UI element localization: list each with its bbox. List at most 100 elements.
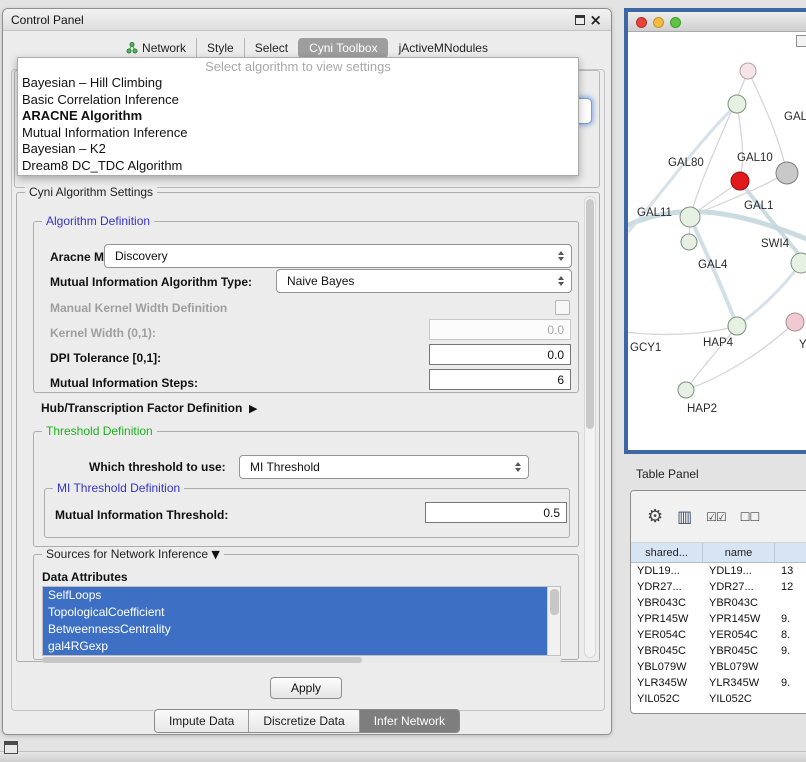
attribute-item[interactable]: SelfLoops — [43, 587, 547, 604]
select-all-checkboxes-icon[interactable]: ☑☑ — [706, 511, 726, 523]
attribute-item[interactable]: gal4RGexp — [43, 638, 547, 655]
cell-shared[interactable]: YDR27... — [631, 579, 703, 595]
network-node[interactable] — [680, 207, 700, 227]
algorithm-option-selected[interactable]: ARACNE Algorithm — [18, 108, 578, 125]
cell-extra[interactable]: 13 — [775, 563, 806, 579]
table-row[interactable]: YBR045C YBR045C 9. — [631, 643, 806, 659]
sources-group-title[interactable]: Sources for Network Inference ▼ — [42, 547, 224, 561]
cell-extra[interactable] — [775, 691, 806, 707]
cell-name[interactable]: YBR043C — [703, 595, 775, 611]
tab-cyni-toolbox[interactable]: Cyni Toolbox — [298, 38, 387, 58]
network-node[interactable] — [740, 63, 756, 79]
float-window-icon[interactable] — [575, 15, 585, 25]
tab-infer-network[interactable]: Infer Network — [359, 710, 459, 732]
tab-jactivemnodules[interactable]: jActiveMNodules — [388, 38, 498, 58]
network-window-titlebar[interactable] — [628, 12, 806, 32]
mi-steps-input[interactable]: 6 — [429, 369, 571, 390]
cell-extra[interactable]: 9. — [775, 643, 806, 659]
scrollbar-thumb[interactable] — [42, 657, 362, 663]
tab-style[interactable]: Style — [196, 38, 244, 58]
cell-extra[interactable]: 12 — [775, 579, 806, 595]
algorithm-option[interactable]: Bayesian – K2 — [18, 141, 578, 158]
deselect-all-checkboxes-icon[interactable]: ☐☐ — [740, 511, 760, 523]
network-node[interactable] — [728, 317, 746, 335]
column-header-extra[interactable] — [775, 543, 806, 562]
cell-extra[interactable]: 9. — [775, 611, 806, 627]
table-row[interactable]: YLR345W YLR345W 9. — [631, 675, 806, 691]
cell-extra[interactable]: 9. — [775, 675, 806, 691]
network-node[interactable] — [791, 253, 806, 273]
mi-type-select[interactable]: Naive Bayes — [276, 269, 572, 293]
mi-threshold-input[interactable]: 0.5 — [425, 502, 567, 523]
table-row[interactable]: YBL079W YBL079W — [631, 659, 806, 675]
algorithm-option[interactable]: Dream8 DC_TDC Algorithm — [18, 158, 578, 175]
tab-select[interactable]: Select — [244, 38, 298, 58]
network-node[interactable] — [728, 95, 746, 113]
cell-extra[interactable] — [775, 595, 806, 611]
attribute-item[interactable]: TopologicalCoefficient — [43, 604, 547, 621]
cell-name[interactable]: YDR27... — [703, 579, 775, 595]
settings-vertical-scrollbar[interactable] — [584, 196, 596, 658]
cell-shared[interactable]: YER054C — [631, 627, 703, 643]
table-row[interactable]: YPR145W YPR145W 9. — [631, 611, 806, 627]
zoom-traffic-light[interactable] — [670, 17, 681, 28]
control-panel-titlebar[interactable]: Control Panel × — [3, 9, 611, 31]
table-row[interactable]: YIL052C YIL052C — [631, 691, 806, 707]
birdseye-toggle[interactable] — [796, 35, 806, 47]
column-header-name[interactable]: name — [703, 543, 775, 562]
cell-name[interactable]: YDL19... — [703, 563, 775, 579]
tab-impute-data[interactable]: Impute Data — [155, 710, 248, 732]
table-row[interactable]: YBR043C YBR043C — [631, 595, 806, 611]
list-horizontal-scrollbar[interactable] — [42, 657, 561, 663]
list-vertical-scrollbar[interactable] — [547, 587, 560, 655]
cell-shared[interactable]: YLR345W — [631, 675, 703, 691]
data-attributes-list[interactable]: SelfLoops TopologicalCoefficient Between… — [42, 586, 561, 656]
cell-name[interactable]: YLR345W — [703, 675, 775, 691]
attribute-item[interactable]: BetweennessCentrality — [43, 621, 547, 638]
cell-name[interactable]: YPR145W — [703, 611, 775, 627]
algorithm-option[interactable]: Mutual Information Inference — [18, 125, 578, 142]
minimize-traffic-light[interactable] — [653, 17, 664, 28]
cell-name[interactable]: YIL052C — [703, 691, 775, 707]
cell-shared[interactable]: YBL079W — [631, 659, 703, 675]
cell-shared[interactable]: YBR045C — [631, 643, 703, 659]
network-node[interactable] — [678, 382, 694, 398]
tab-network[interactable]: Network — [116, 38, 196, 58]
algorithm-option[interactable]: Basic Correlation Inference — [18, 92, 578, 109]
cell-extra[interactable]: 8. — [775, 627, 806, 643]
hub-section-header[interactable]: Hub/Transcription Factor Definition ▶ — [41, 401, 257, 416]
network-canvas[interactable]: GAL80 GAL10 GAL11 GAL1 SWI4 GAL4 GCY1 HA… — [628, 32, 806, 430]
close-icon[interactable]: × — [589, 11, 602, 29]
network-node[interactable] — [786, 313, 804, 331]
network-node[interactable] — [731, 172, 749, 190]
table-row[interactable]: YER054C YER054C 8. — [631, 627, 806, 643]
dpi-tolerance-input[interactable]: 0.0 — [429, 344, 571, 365]
gear-icon[interactable]: ⚙ — [647, 508, 663, 526]
cell-name[interactable]: YER054C — [703, 627, 775, 643]
table-row[interactable]: YDR27... YDR27... 12 — [631, 579, 806, 595]
tab-discretize-data[interactable]: Discretize Data — [248, 710, 358, 732]
network-node[interactable] — [681, 234, 697, 250]
apply-button[interactable]: Apply — [270, 677, 342, 699]
network-node[interactable] — [776, 162, 798, 184]
scrollbar-thumb[interactable] — [550, 589, 559, 615]
network-node-labels: GAL80 GAL10 GAL11 GAL1 SWI4 GAL4 GCY1 HA… — [630, 111, 806, 415]
table-row[interactable]: YDL19... YDL19... 13 — [631, 563, 806, 579]
cell-name[interactable]: YBL079W — [703, 659, 775, 675]
cell-extra[interactable] — [775, 659, 806, 675]
hub-section-label: Hub/Transcription Factor Definition — [41, 401, 242, 415]
column-header-shared[interactable]: shared... — [631, 543, 703, 562]
restore-panel-icon[interactable] — [4, 741, 18, 754]
columns-icon[interactable]: ▥ — [677, 509, 692, 525]
algorithm-option[interactable]: Bayesian – Hill Climbing — [18, 75, 578, 92]
aracne-mode-select[interactable]: Discovery — [104, 244, 572, 268]
cell-shared[interactable]: YDL19... — [631, 563, 703, 579]
cell-shared[interactable]: YIL052C — [631, 691, 703, 707]
close-traffic-light[interactable] — [636, 17, 647, 28]
cell-name[interactable]: YBR045C — [703, 643, 775, 659]
scrollbar-thumb[interactable] — [586, 199, 594, 429]
cell-shared[interactable]: YPR145W — [631, 611, 703, 627]
which-threshold-select[interactable]: MI Threshold — [239, 455, 529, 479]
cell-shared[interactable]: YBR043C — [631, 595, 703, 611]
tab-label: Style — [207, 41, 234, 55]
